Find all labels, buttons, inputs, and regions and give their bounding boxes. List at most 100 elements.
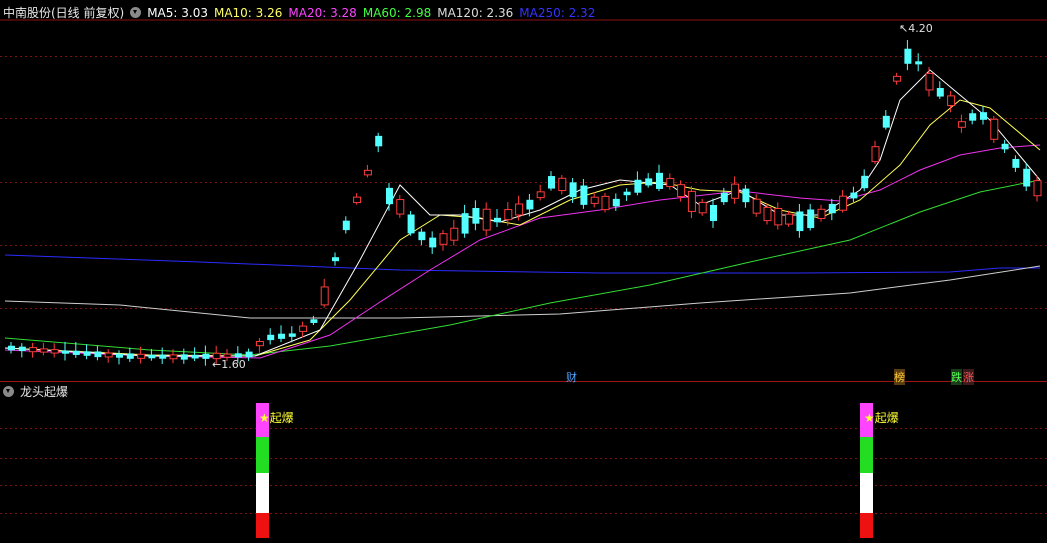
candle-body-down — [342, 220, 350, 231]
chart-menu-icon[interactable] — [130, 7, 142, 18]
kline-chart[interactable] — [0, 0, 1047, 543]
candle-body-down — [418, 231, 426, 241]
candle-body-down — [969, 113, 977, 121]
candle-body-down — [148, 354, 156, 359]
candle-body-up — [752, 198, 761, 214]
candle-body-down — [310, 319, 318, 323]
indicator-title[interactable]: 龙头起爆 — [20, 385, 68, 399]
candle-body-down — [796, 211, 804, 232]
candle-body-down — [645, 178, 653, 186]
candle-body-down — [904, 48, 912, 64]
candle-body-down — [807, 209, 815, 229]
candle-body-down — [94, 351, 102, 358]
candle-body-down — [18, 346, 26, 352]
candle-body-up — [29, 347, 38, 353]
candle-body-up — [839, 195, 848, 211]
candle-body-up — [925, 72, 934, 91]
signal-bar-2-seg — [860, 437, 873, 473]
candle-body-up — [957, 121, 966, 128]
candle-body-down — [202, 353, 210, 359]
candle-body-up — [450, 227, 459, 241]
candle-body-up — [353, 196, 362, 204]
candle-body-up — [601, 195, 610, 211]
ma250-legend: MA250: 2.32 — [519, 6, 596, 20]
candle-body-down — [375, 135, 383, 147]
candle-body-up — [320, 286, 329, 306]
candle-body-down — [116, 353, 123, 358]
marker-zhang[interactable]: 涨 — [963, 369, 974, 385]
candle-body-down — [83, 351, 91, 356]
candle-body-down — [126, 353, 134, 359]
indicator-header: 龙头起爆 — [3, 383, 74, 401]
candle-body-down — [278, 333, 285, 339]
candle-body-down — [980, 112, 987, 120]
candle-body-down — [526, 199, 534, 210]
candle-body-down — [494, 217, 501, 223]
candle-body-down — [245, 351, 253, 358]
stock-title[interactable]: 中南股份(日线 前复权) — [3, 6, 124, 20]
candle-body-up — [947, 95, 956, 107]
candle-body-up — [558, 177, 567, 192]
candle-body-down — [580, 185, 588, 205]
candle-body-up — [104, 352, 113, 358]
candle-body-up — [39, 348, 48, 353]
low-price-value: 1.60 — [221, 358, 246, 371]
candle-body-down — [882, 115, 890, 128]
indicator-menu-icon[interactable] — [3, 386, 14, 397]
candle-body-up — [363, 169, 372, 176]
candle-body-down — [1012, 158, 1020, 168]
candle-body-down — [288, 333, 296, 337]
candle-body-down — [710, 204, 717, 222]
candle-body-up — [504, 209, 513, 221]
candle-body-up — [893, 75, 902, 82]
marker-die[interactable]: 跌 — [951, 369, 962, 385]
candle-body-up — [817, 208, 826, 220]
candle-body-up — [763, 206, 772, 222]
candle-body-down — [191, 354, 199, 359]
candle-body-up — [774, 208, 783, 226]
candle-body-up — [731, 183, 740, 199]
ma120-line — [4, 265, 1041, 319]
high-price-value: 4.20 — [908, 22, 933, 35]
candle-body-down — [429, 237, 437, 248]
marker-cai[interactable]: 财 — [566, 369, 577, 385]
ma20-line — [4, 144, 1041, 359]
candle-body-up — [687, 190, 696, 212]
candle-body-down — [267, 334, 275, 341]
signal-bar-2-seg — [860, 513, 873, 538]
candle-body-down — [1001, 143, 1009, 150]
candle-body-up — [396, 199, 405, 215]
candle-body-up — [1033, 180, 1042, 197]
candle-body-down — [72, 350, 80, 355]
candle-body-down — [612, 198, 620, 207]
candle-body-up — [482, 208, 491, 231]
marker-bang[interactable]: 榜 — [894, 369, 905, 385]
candle-body-down — [850, 192, 858, 199]
signal-label-1: ★起爆 — [259, 411, 294, 425]
candle-body-down — [720, 192, 728, 203]
main-header: 中南股份(日线 前复权) MA5: 3.03 MA10: 3.26 MA20: 3.2… — [3, 4, 601, 22]
candle-body-down — [569, 182, 577, 198]
candle-body-down — [742, 188, 750, 203]
ma120-legend: MA120: 2.36 — [437, 6, 514, 20]
candle-body-up — [255, 341, 264, 347]
low-price-label: ←1.60 — [212, 358, 246, 371]
candle-body-up — [536, 191, 545, 199]
ma10-legend: MA10: 3.26 — [213, 6, 283, 20]
candle-body-up — [50, 349, 59, 354]
candle-body-up — [137, 353, 146, 359]
candle-body-down — [8, 345, 15, 351]
candle-body-down — [656, 172, 663, 189]
signal-label-2: ★起爆 — [864, 411, 899, 425]
candle-body-down — [159, 354, 167, 359]
candle-body-up — [590, 196, 599, 204]
ma10-line — [4, 99, 1041, 357]
candle-body-up — [990, 118, 999, 140]
candle-body-down — [62, 350, 69, 354]
ma20-legend: MA20: 3.28 — [288, 6, 357, 20]
candle-body-up — [299, 325, 308, 332]
candle-body-down — [461, 213, 469, 234]
candle-body-down — [180, 354, 188, 360]
candle-body-up — [871, 146, 880, 163]
candle-body-down — [234, 353, 242, 358]
